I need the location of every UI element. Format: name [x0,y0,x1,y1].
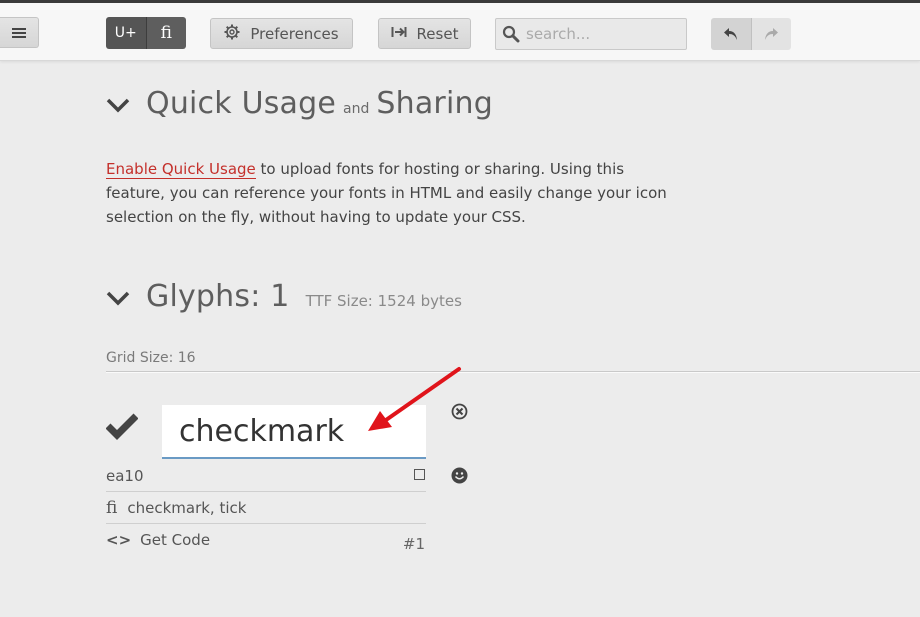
redo-icon [765,28,779,40]
reset-label: Reset [416,24,459,43]
quick-usage-title-and: and [343,101,370,117]
glyph-tags-value[interactable]: checkmark, tick [127,499,246,517]
glyph-mode-toggle: U+ ﬁ [106,17,186,49]
glyphs-title: Glyphs: 1 [146,279,290,314]
smiley-icon[interactable] [451,467,468,484]
quick-usage-heading: Quick Usage and Sharing [146,86,493,121]
search-icon [502,25,520,43]
glyph-tags-row: ﬁ checkmark, tick [106,492,426,524]
preferences-label: Preferences [250,24,339,43]
glyphs-heading: Glyphs: 1 TTF Size: 1524 bytes [146,279,462,314]
glyph-unicode-value[interactable]: ea10 [106,467,144,485]
collapse-chevron-icon[interactable] [106,290,130,306]
divider [106,371,920,373]
ligature-toggle-button[interactable]: ﬁ [146,17,186,49]
annotation-arrow [368,367,461,431]
search-box [495,18,687,50]
gear-icon [224,24,240,44]
undo-icon [723,28,737,40]
preferences-button[interactable]: Preferences [210,18,353,49]
quick-usage-title-end: Sharing [376,86,493,121]
menu-button[interactable] [0,17,39,48]
checkmark-glyph-icon [106,413,138,440]
glyph-index: #1 [402,535,425,553]
get-code-row: <> Get Code #1 [106,524,426,556]
quick-usage-title: Quick Usage [146,86,337,121]
ligature-icon: ﬁ [106,497,118,518]
square-icon[interactable] [414,469,425,480]
code-brackets-icon: <> [106,531,132,549]
search-input[interactable] [526,25,676,43]
reset-button[interactable]: Reset [378,18,471,49]
reset-icon [391,26,407,42]
redo-button[interactable] [751,18,791,50]
top-toolbar: U+ ﬁ Preferences Reset [0,0,920,61]
get-code-link[interactable]: Get Code [140,531,210,549]
undo-button[interactable] [711,18,752,50]
glyph-code-row: ea10 [106,460,426,492]
grid-size-label: Grid Size: 16 [106,350,196,366]
quick-usage-description: Enable Quick Usage to upload fonts for h… [106,157,676,229]
hamburger-icon [12,26,26,40]
history-controls [711,18,791,50]
enable-quick-usage-link[interactable]: Enable Quick Usage [106,160,256,179]
unicode-toggle-button[interactable]: U+ [106,17,147,49]
ttf-size: TTF Size: 1524 bytes [305,292,462,310]
collapse-chevron-icon[interactable] [106,97,130,113]
